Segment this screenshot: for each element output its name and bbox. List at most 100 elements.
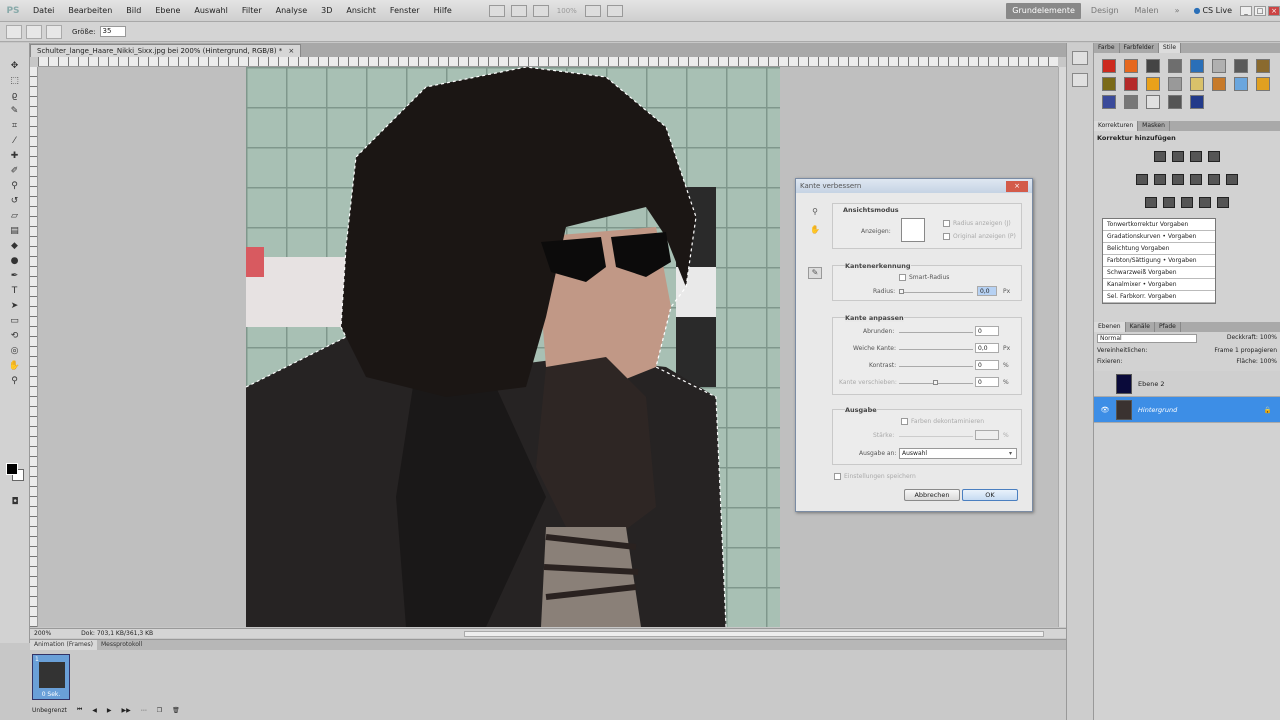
quick-selection-tool-icon[interactable]: ✎ [6, 104, 24, 117]
view-extras-icon[interactable] [532, 4, 549, 17]
zoom-level[interactable]: 100% [552, 7, 582, 15]
adjustment-preset-item[interactable]: Kanalmixer • Vorgaben [1103, 279, 1215, 291]
smooth-input[interactable]: 0 [975, 326, 999, 336]
history-panel-icon[interactable] [1072, 51, 1088, 65]
screen-mode-icon[interactable] [606, 4, 623, 17]
style-swatch[interactable] [1102, 77, 1116, 91]
vibrance-icon[interactable] [1136, 174, 1148, 185]
zoom-icon[interactable]: ⚲ [808, 207, 822, 219]
style-swatch[interactable] [1234, 59, 1248, 73]
menu-item-analyse[interactable]: Analyse [269, 6, 315, 15]
first-frame-icon[interactable]: ⏮ [77, 706, 82, 714]
amount-slider[interactable] [899, 436, 973, 437]
color-balance-icon[interactable] [1172, 174, 1184, 185]
remember-settings-checkbox[interactable] [834, 473, 841, 480]
path-selection-tool-icon[interactable]: ➤ [6, 299, 24, 312]
cs-live-button[interactable]: ● CS Live [1193, 6, 1232, 15]
vertical-scrollbar[interactable] [1058, 67, 1066, 627]
crop-tool-icon[interactable]: ⌗ [6, 119, 24, 132]
clone-stamp-tool-icon[interactable]: ⚲ [6, 179, 24, 192]
zoom-tool-icon[interactable]: ⚲ [6, 374, 24, 387]
shift-edge-knob[interactable] [933, 380, 938, 385]
threshold-icon[interactable] [1181, 197, 1193, 208]
adjustment-preset-item[interactable]: Sel. Farbkorr. Vorgaben [1103, 291, 1215, 303]
style-swatch[interactable] [1212, 77, 1226, 91]
tab-animation[interactable]: Animation (Frames) [30, 640, 97, 650]
tab-ebenen[interactable]: Ebenen [1094, 322, 1126, 332]
minibridge-icon[interactable] [510, 4, 527, 17]
tab-korrekturen[interactable]: Korrekturen [1094, 121, 1139, 131]
duplicate-frame-icon[interactable]: ❐ [157, 707, 162, 714]
loop-select[interactable]: Unbegrenzt [32, 707, 67, 714]
tween-icon[interactable]: ⋯ [141, 707, 147, 714]
next-frame-icon[interactable]: ▶▶ [122, 707, 131, 714]
output-to-select[interactable]: Auswahl [899, 448, 1017, 459]
minimize-icon[interactable]: _ [1240, 5, 1252, 16]
channel-mixer-icon[interactable] [1226, 174, 1238, 185]
style-swatch[interactable] [1124, 77, 1138, 91]
show-original-checkbox[interactable] [943, 233, 950, 240]
move-tool-icon[interactable]: ✥ [6, 59, 24, 72]
show-radius-checkbox[interactable] [943, 220, 950, 227]
foreground-color-swatch[interactable] [6, 463, 18, 475]
layer-name[interactable]: Ebene 2 [1138, 380, 1165, 388]
style-swatch[interactable] [1124, 95, 1138, 109]
shape-tool-icon[interactable]: ▭ [6, 314, 24, 327]
style-swatch[interactable] [1124, 59, 1138, 73]
3d-orbit-tool-icon[interactable]: ◎ [6, 344, 24, 357]
menu-item-bild[interactable]: Bild [119, 6, 148, 15]
shift-edge-input[interactable]: 0 [975, 377, 999, 387]
adjustment-preset-item[interactable]: Farbton/Sättigung • Vorgaben [1103, 255, 1215, 267]
menu-item-ansicht[interactable]: Ansicht [339, 6, 383, 15]
menu-item-ebene[interactable]: Ebene [148, 6, 187, 15]
amount-input[interactable] [975, 430, 999, 440]
black-white-icon[interactable] [1190, 174, 1202, 185]
actions-panel-icon[interactable] [1072, 73, 1088, 87]
smooth-slider[interactable] [899, 332, 973, 333]
cancel-button[interactable]: Abbrechen [904, 489, 960, 501]
lasso-tool-icon[interactable]: ϱ [6, 89, 24, 102]
quick-mask-icon[interactable]: ◘ [6, 495, 24, 508]
eye-icon[interactable]: 👁 [1100, 406, 1110, 414]
radius-input[interactable]: 0,0 [977, 286, 997, 296]
refine-radius-brush-icon[interactable]: ✎ [808, 267, 822, 279]
hand-tool-icon[interactable]: ✋ [6, 359, 24, 372]
adjustment-preset-item[interactable]: Schwarzweiß Vorgaben [1103, 267, 1215, 279]
gradient-map-icon[interactable] [1199, 197, 1211, 208]
style-swatch[interactable] [1168, 59, 1182, 73]
style-swatch[interactable] [1190, 77, 1204, 91]
size-input[interactable]: 35 [99, 26, 126, 37]
workspace-malen[interactable]: Malen [1129, 3, 1165, 19]
maximize-icon[interactable]: □ [1254, 5, 1266, 16]
style-swatch[interactable] [1190, 95, 1204, 109]
contrast-slider[interactable] [899, 366, 973, 367]
eyedropper-tool-icon[interactable]: ⁄ [6, 134, 24, 147]
style-swatch[interactable] [1212, 59, 1226, 73]
tab-messprotokoll[interactable]: Messprotokoll [97, 640, 146, 650]
smart-radius-checkbox[interactable] [899, 274, 906, 281]
prev-frame-icon[interactable]: ◀ [92, 707, 97, 714]
curves-icon[interactable] [1190, 151, 1202, 162]
style-swatch[interactable] [1190, 59, 1204, 73]
radius-slider-knob[interactable] [899, 289, 904, 294]
style-swatch[interactable] [1168, 95, 1182, 109]
style-swatch[interactable] [1146, 77, 1160, 91]
brightness-icon[interactable] [1154, 151, 1166, 162]
dialog-close-icon[interactable]: × [1006, 180, 1028, 192]
hand-icon[interactable]: ✋ [808, 225, 822, 237]
style-swatch[interactable] [1234, 77, 1248, 91]
workspace-grundelemente[interactable]: Grundelemente [1006, 2, 1081, 19]
menu-item-datei[interactable]: Datei [26, 6, 61, 15]
levels-icon[interactable] [1172, 151, 1184, 162]
3d-rotate-tool-icon[interactable]: ⟲ [6, 329, 24, 342]
arrange-documents-icon[interactable] [584, 4, 601, 17]
menu-item-filter[interactable]: Filter [235, 6, 269, 15]
exposure-icon[interactable] [1208, 151, 1220, 162]
brush-mode-add-icon[interactable] [46, 24, 62, 39]
layer-name[interactable]: Hintergrund [1138, 406, 1258, 414]
brush-tool-icon[interactable]: ✐ [6, 164, 24, 177]
feather-input[interactable]: 0,0 [975, 343, 999, 353]
style-swatch[interactable] [1146, 59, 1160, 73]
menu-item-fenster[interactable]: Fenster [383, 6, 427, 15]
selective-color-icon[interactable] [1217, 197, 1229, 208]
